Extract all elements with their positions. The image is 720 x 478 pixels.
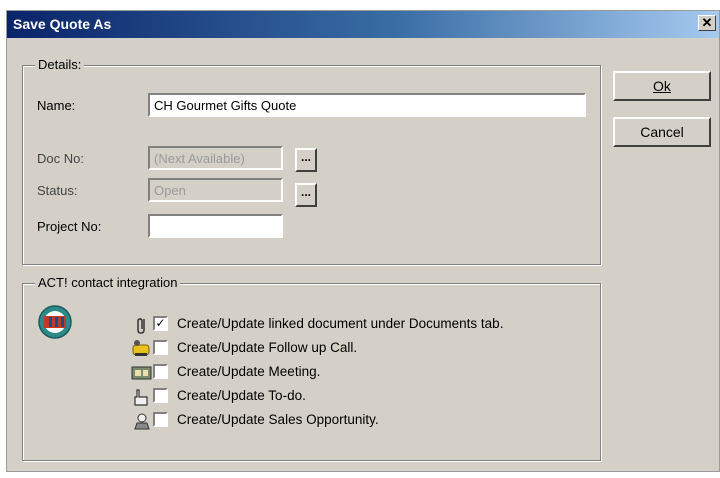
dialog-title: Save Quote As xyxy=(13,16,112,32)
todo-hand-icon xyxy=(131,387,153,407)
name-label: Name: xyxy=(37,98,76,113)
status-label: Status: xyxy=(37,183,78,198)
save-quote-dialog: Save Quote As ✕ Details: Name: Doc No: .… xyxy=(6,10,720,472)
title-bar[interactable]: Save Quote As ✕ xyxy=(7,11,719,38)
ok-button[interactable]: Ok xyxy=(613,71,711,101)
integration-row-sales-opportunity: Create/Update Sales Opportunity. xyxy=(131,411,591,431)
meeting-icon xyxy=(131,363,153,383)
close-icon: ✕ xyxy=(701,15,713,30)
follow-up-call-checkbox[interactable] xyxy=(153,340,168,355)
sales-opportunity-checkbox[interactable] xyxy=(153,412,168,427)
status-input[interactable] xyxy=(148,178,283,202)
cancel-button[interactable]: Cancel xyxy=(613,117,711,147)
details-group-label: Details: xyxy=(35,57,85,72)
act-integration-group-label: ACT! contact integration xyxy=(35,275,181,290)
integration-row-to-do: Create/Update To-do. xyxy=(131,387,591,407)
to-do-label: Create/Update To-do. xyxy=(177,388,306,403)
project-no-input[interactable] xyxy=(148,214,283,238)
doc-no-browse-button[interactable]: ... xyxy=(295,148,317,172)
act-integration-group: ACT! contact integration ✓ Create/Update… xyxy=(22,275,601,461)
to-do-checkbox[interactable] xyxy=(153,388,168,403)
linked-document-checkbox[interactable]: ✓ xyxy=(153,316,168,331)
name-input[interactable] xyxy=(148,93,586,117)
details-group: Details: Name: Doc No: ... Status: ... P… xyxy=(22,57,601,265)
follow-up-call-label: Create/Update Follow up Call. xyxy=(177,340,358,355)
close-button[interactable]: ✕ xyxy=(698,15,716,31)
linked-document-label: Create/Update linked document under Docu… xyxy=(177,316,504,331)
integration-row-meeting: Create/Update Meeting. xyxy=(131,363,591,383)
meeting-checkbox[interactable] xyxy=(153,364,168,379)
paperclip-icon xyxy=(131,315,153,335)
act-logo-icon xyxy=(37,304,73,340)
meeting-label: Create/Update Meeting. xyxy=(177,364,321,379)
status-browse-button[interactable]: ... xyxy=(295,183,317,207)
doc-no-label: Doc No: xyxy=(37,151,84,166)
project-no-label: Project No: xyxy=(37,219,102,234)
sales-opportunity-label: Create/Update Sales Opportunity. xyxy=(177,412,379,427)
integration-row-linked-document: ✓ Create/Update linked document under Do… xyxy=(131,315,591,335)
phone-call-icon xyxy=(131,339,153,359)
doc-no-input[interactable] xyxy=(148,146,283,170)
integration-row-follow-up-call: Create/Update Follow up Call. xyxy=(131,339,591,359)
sales-opportunity-icon xyxy=(131,411,153,431)
